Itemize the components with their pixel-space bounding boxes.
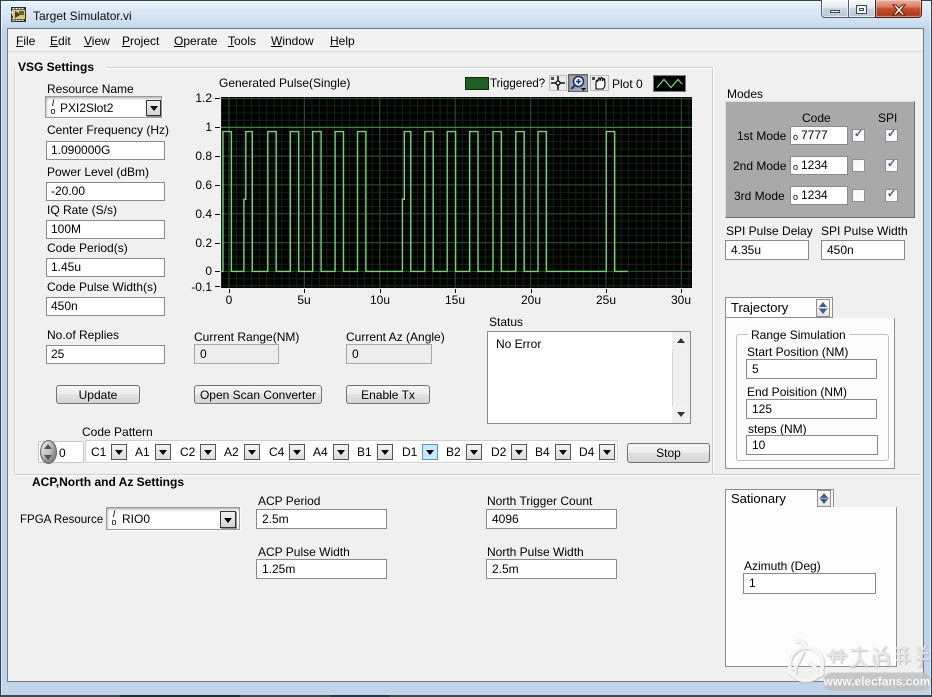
svg-text:www.elecfans.com: www.elecfans.com [823, 675, 931, 689]
